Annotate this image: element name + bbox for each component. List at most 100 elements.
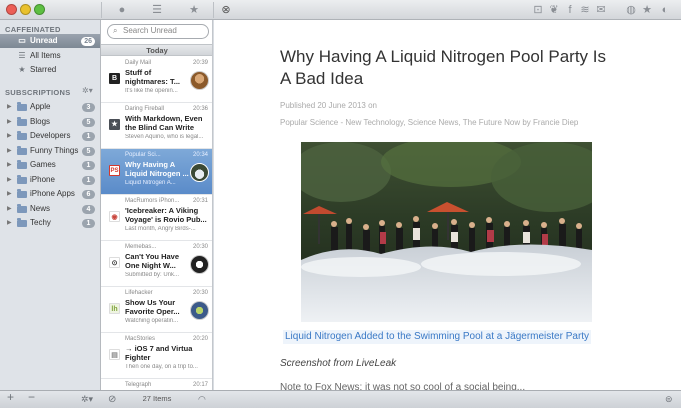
sidebar-item-all-items[interactable]: ☰ All Items xyxy=(0,49,100,63)
zoom-window-button[interactable] xyxy=(34,4,45,15)
feed-favicon-icon: ★ xyxy=(109,119,120,130)
reader-icon[interactable]: ◐ xyxy=(658,3,672,17)
view-options-icon[interactable]: ⊜ xyxy=(665,393,673,406)
item-title: With Markdown, Even the Blind Can Write xyxy=(125,114,203,132)
item-time: 20:31 xyxy=(192,198,208,204)
unread-count-badge: 1 xyxy=(82,219,95,228)
sidebar-item-iphone-apps[interactable]: ▶ iPhone Apps 6 xyxy=(0,187,100,201)
disclosure-triangle-icon[interactable]: ▶ xyxy=(7,187,12,201)
section-header-today: Today xyxy=(101,44,212,56)
disclosure-triangle-icon[interactable]: ▶ xyxy=(7,144,12,158)
search-placeholder: Search Unread xyxy=(123,26,177,35)
unread-count-badge: 4 xyxy=(82,205,95,214)
sidebar-item-label: Techy xyxy=(30,218,51,227)
item-time: 20:20 xyxy=(192,336,208,342)
list-item[interactable]: Memebas... 20:30 ⊙ Can't You Have One Ni… xyxy=(101,241,212,287)
item-time: 20:34 xyxy=(192,152,208,158)
email-icon[interactable]: ✉ xyxy=(594,3,608,17)
feed-favicon-icon: PS xyxy=(109,165,120,176)
refresh-icon[interactable]: ● xyxy=(115,3,129,17)
list-item[interactable]: Telegraph 20:17 xyxy=(101,379,212,390)
sidebar-item-news[interactable]: ▶ News 4 xyxy=(0,202,100,216)
disclosure-triangle-icon[interactable]: ▶ xyxy=(7,129,12,143)
disclosure-triangle-icon[interactable]: ▶ xyxy=(7,202,12,216)
facebook-icon[interactable]: f xyxy=(563,3,577,17)
share-icon[interactable]: ⊡ xyxy=(531,3,545,17)
list-item[interactable]: MacStories 20:20 ▤ → iOS 7 and Virtua Fi… xyxy=(101,333,212,379)
browser-icon[interactable]: ◍ xyxy=(624,3,638,17)
sidebar-item-funny-things[interactable]: ▶ Funny Things 5 xyxy=(0,144,100,158)
feed-favicon-icon: ▤ xyxy=(109,349,120,360)
video-link[interactable]: Liquid Nitrogen Added to the Swimming Po… xyxy=(283,330,592,344)
subscriptions-heading: SUBSCRIPTIONS xyxy=(5,88,71,97)
folder-icon xyxy=(17,131,27,140)
sidebar-item-techy[interactable]: ▶ Techy 1 xyxy=(0,216,100,230)
star-icon[interactable]: ★ xyxy=(187,3,201,17)
folder-icon xyxy=(17,204,27,213)
disclosure-triangle-icon[interactable]: ▶ xyxy=(7,173,12,187)
search-icon: ⌕ xyxy=(113,26,118,35)
item-title: → iOS 7 and Virtua Fighter xyxy=(125,344,193,362)
item-title: Show Us Your Favorite Oper... xyxy=(125,298,180,316)
article-source-tags[interactable]: Popular Science - New Technology, Scienc… xyxy=(280,118,670,127)
list-item[interactable]: Daily Mail 20:39 B Stuff of nightmares: … xyxy=(101,57,212,103)
list-item-selected[interactable]: Popular Sci... 20:34 PS Why Having A Liq… xyxy=(101,149,212,195)
list-item[interactable]: Lifehacker 20:30 lh Show Us Your Favorit… xyxy=(101,287,212,333)
unread-count-badge: 5 xyxy=(82,147,95,156)
sidebar-item-iphone[interactable]: ▶ iPhone 1 xyxy=(0,173,100,187)
gear-icon[interactable]: ✲▾ xyxy=(81,393,93,406)
item-source: Lifehacker xyxy=(125,290,153,296)
rss-icon[interactable]: ◠ xyxy=(198,393,206,406)
sidebar-item-games[interactable]: ▶ Games 1 xyxy=(0,158,100,172)
search-field[interactable]: ⌕ Search Unread xyxy=(107,24,209,39)
folder-icon xyxy=(17,117,27,126)
buffer-icon[interactable]: ≋ xyxy=(578,3,592,17)
unread-count-badge: 5 xyxy=(82,118,95,127)
item-source: MacRumors iPhon... xyxy=(125,198,180,204)
unread-count-badge: 26 xyxy=(81,37,95,46)
sidebar-item-blogs[interactable]: ▶ Blogs 5 xyxy=(0,115,100,129)
sidebar-item-starred[interactable]: ★ Starred xyxy=(0,63,100,77)
disclosure-triangle-icon[interactable]: ▶ xyxy=(7,158,12,172)
toolbar: ● ☰ ★ ⊗ ⊡ ❦ f ≋ ✉ ◍ ★ ◐ xyxy=(0,0,681,20)
disclosure-triangle-icon[interactable]: ▶ xyxy=(7,100,12,114)
disclosure-triangle-icon[interactable]: ▶ xyxy=(7,216,12,230)
list-icon[interactable]: ☰ xyxy=(150,3,164,17)
close-icon[interactable]: ⊗ xyxy=(219,3,233,17)
folder-icon xyxy=(17,102,27,111)
item-source: MacStories xyxy=(125,336,156,342)
unread-count-badge: 1 xyxy=(82,161,95,170)
remove-subscription-button[interactable]: − xyxy=(28,391,35,404)
item-title: Stuff of nightmares: T... xyxy=(125,68,181,86)
article-body-text: Note to Fox News: it was not so cool of … xyxy=(280,382,526,390)
sidebar-item-developers[interactable]: ▶ Developers 1 xyxy=(0,129,100,143)
feed-favicon-icon: B xyxy=(109,73,120,84)
article-title: Why Having A Liquid Nitrogen Pool Party … xyxy=(280,47,606,88)
toolbar-divider xyxy=(101,2,102,18)
disclosure-triangle-icon[interactable]: ▶ xyxy=(7,115,12,129)
twitter-icon[interactable]: ❦ xyxy=(547,3,561,17)
add-subscription-button[interactable]: + xyxy=(7,391,14,404)
close-window-button[interactable] xyxy=(6,4,17,15)
star-icon[interactable]: ★ xyxy=(640,3,654,17)
sidebar-item-unread[interactable]: ▭ Unread 26 xyxy=(0,34,100,48)
folder-icon xyxy=(17,218,27,227)
minimize-window-button[interactable] xyxy=(20,4,31,15)
list-item[interactable]: MacRumors iPhon... 20:31 ◉ 'Icebreaker: … xyxy=(101,195,212,241)
article-thumbnail xyxy=(190,163,209,182)
toolbar-divider xyxy=(213,2,214,18)
gear-icon[interactable]: ✲▾ xyxy=(82,86,93,95)
item-source: Daily Mail xyxy=(125,60,152,66)
item-snippet: Watching operatin... xyxy=(125,318,179,324)
list-item[interactable]: Daring Fireball 20:36 ★ With Markdown, E… xyxy=(101,103,212,149)
item-snippet: Last month, Angry Birds-... xyxy=(125,226,196,232)
sidebar-item-label: Developers xyxy=(30,131,71,140)
folder-icon xyxy=(17,146,27,155)
folder-icon xyxy=(17,160,27,169)
article-thumbnail xyxy=(190,301,209,320)
list-icon: ☰ xyxy=(18,51,26,60)
item-snippet: Submitted by: Unk... xyxy=(125,272,180,278)
sidebar-item-apple[interactable]: ▶ Apple 3 xyxy=(0,100,100,114)
pool-party-photo xyxy=(301,142,592,322)
sidebar-item-label: iPhone xyxy=(30,175,55,184)
